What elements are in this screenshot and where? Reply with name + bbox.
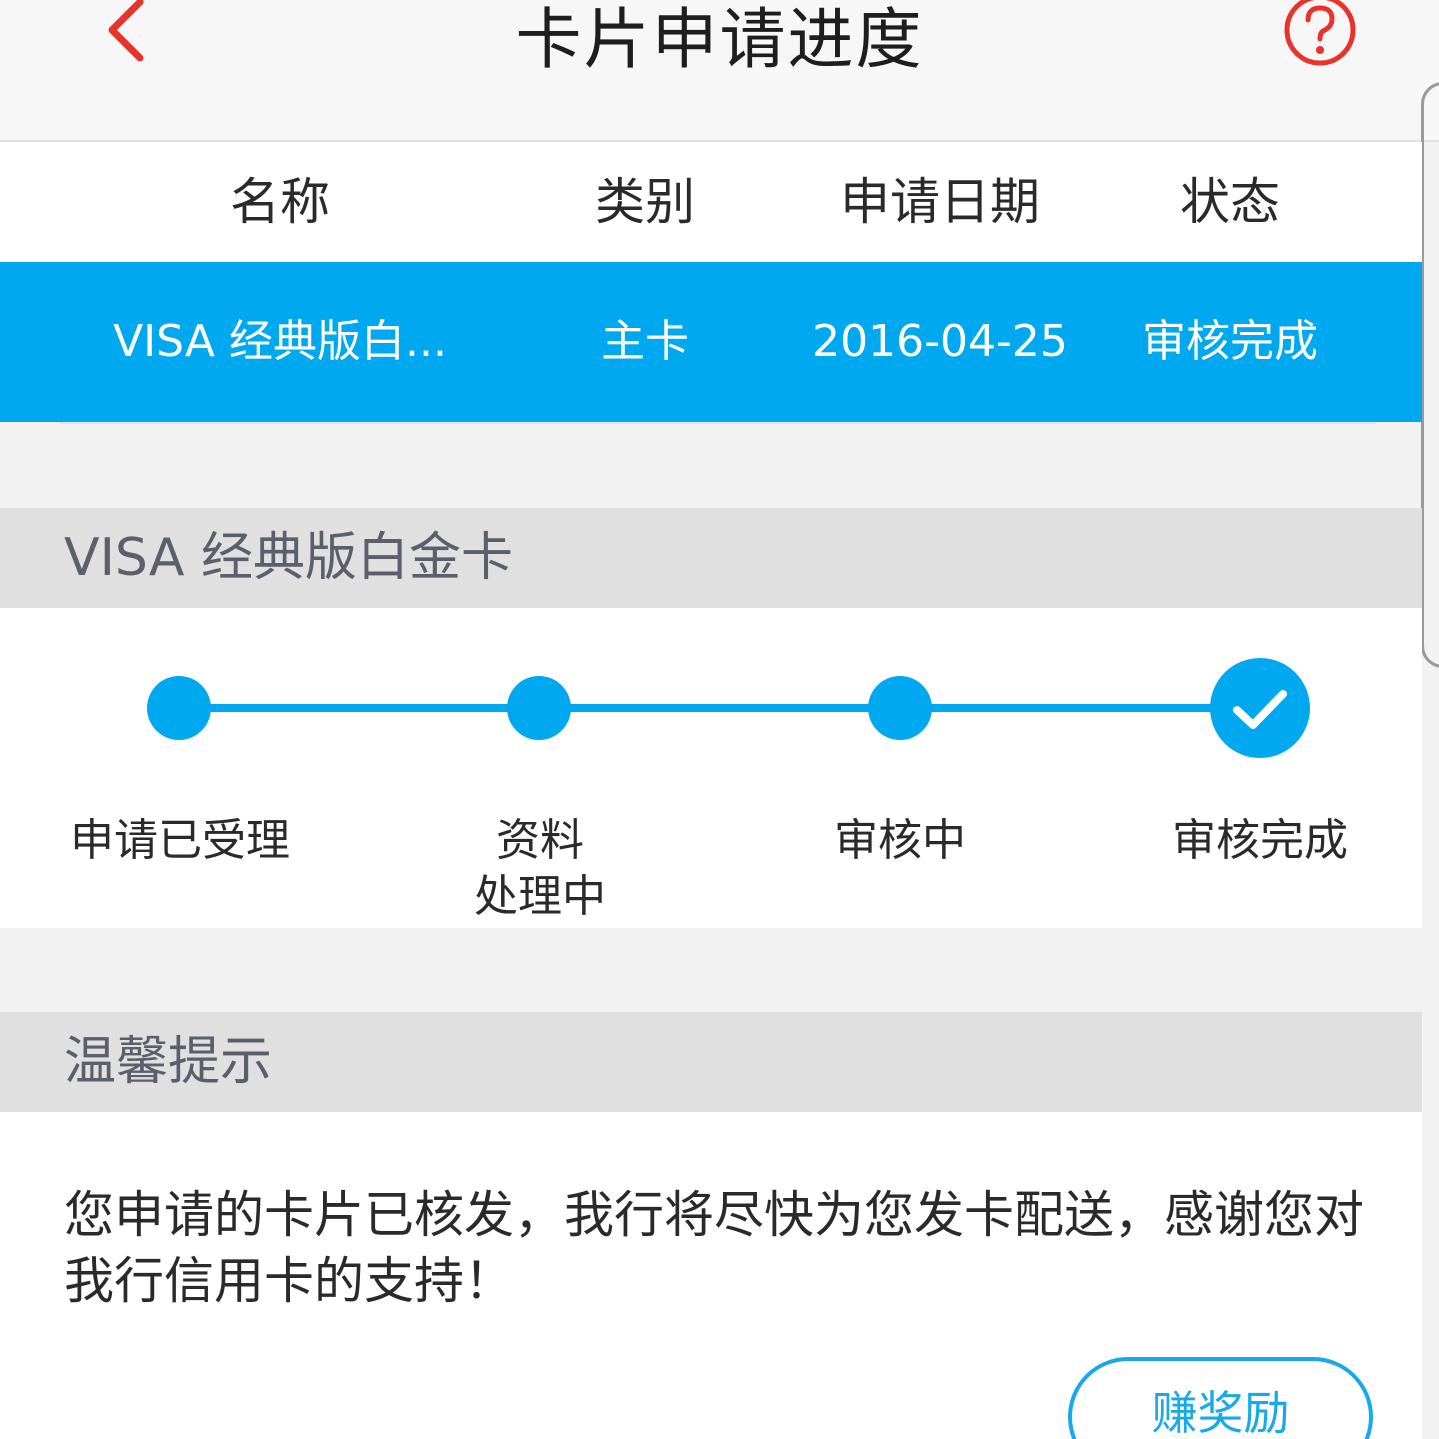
tips-message: 您申请的卡片已核发，我行将尽快为您发卡配送，感谢您对我行信用卡的支持！ xyxy=(64,1186,1364,1310)
help-button[interactable] xyxy=(1280,0,1360,70)
question-circle-icon xyxy=(1284,0,1356,66)
step-complete-marker xyxy=(1210,658,1310,758)
step-dot-3 xyxy=(868,676,932,740)
progress-line xyxy=(178,704,1260,712)
column-header-status: 状态 xyxy=(1180,173,1280,231)
row-card-type: 主卡 xyxy=(601,316,689,367)
step-label-completed: 审核完成 xyxy=(1172,815,1348,866)
tips-panel: 您申请的卡片已核发，我行将尽快为您发卡配送，感谢您对我行信用卡的支持！ 赚奖励 xyxy=(0,1112,1422,1439)
row-apply-date: 2016-04-25 xyxy=(812,316,1068,367)
step-label-reviewing: 审核中 xyxy=(834,815,966,866)
table-header: 名称 类别 申请日期 状态 xyxy=(0,142,1422,262)
header-bar: 卡片申请进度 xyxy=(0,0,1439,142)
step-label-processing: 资料 处理中 xyxy=(474,815,606,922)
row-card-name: VISA 经典版白... xyxy=(113,316,447,367)
tips-section-title: 温馨提示 xyxy=(0,1012,1422,1112)
column-header-name: 名称 xyxy=(230,173,330,231)
scroll-indicator[interactable] xyxy=(1421,82,1439,668)
column-header-date: 申请日期 xyxy=(840,173,1040,231)
step-dot-2 xyxy=(507,676,571,740)
column-header-type: 类别 xyxy=(595,173,695,231)
card-section-title: VISA 经典版白金卡 xyxy=(0,508,1422,608)
table-row[interactable]: VISA 经典版白... 主卡 2016-04-25 审核完成 xyxy=(0,262,1422,422)
page-title: 卡片申请进度 xyxy=(515,1,924,78)
row-divider xyxy=(60,422,1376,424)
step-dot-1 xyxy=(147,676,211,740)
checkmark-icon xyxy=(1233,690,1287,729)
step-label-received: 申请已受理 xyxy=(70,815,290,866)
earn-reward-button[interactable]: 赚奖励 xyxy=(1068,1357,1373,1439)
progress-tracker: 申请已受理 资料 处理中 审核中 审核完成 xyxy=(0,608,1422,928)
row-status: 审核完成 xyxy=(1142,316,1318,367)
card-application-progress-screen: 卡片申请进度 名称 类别 申请日期 状态 VISA 经典版白... 主卡 201… xyxy=(0,0,1439,1439)
